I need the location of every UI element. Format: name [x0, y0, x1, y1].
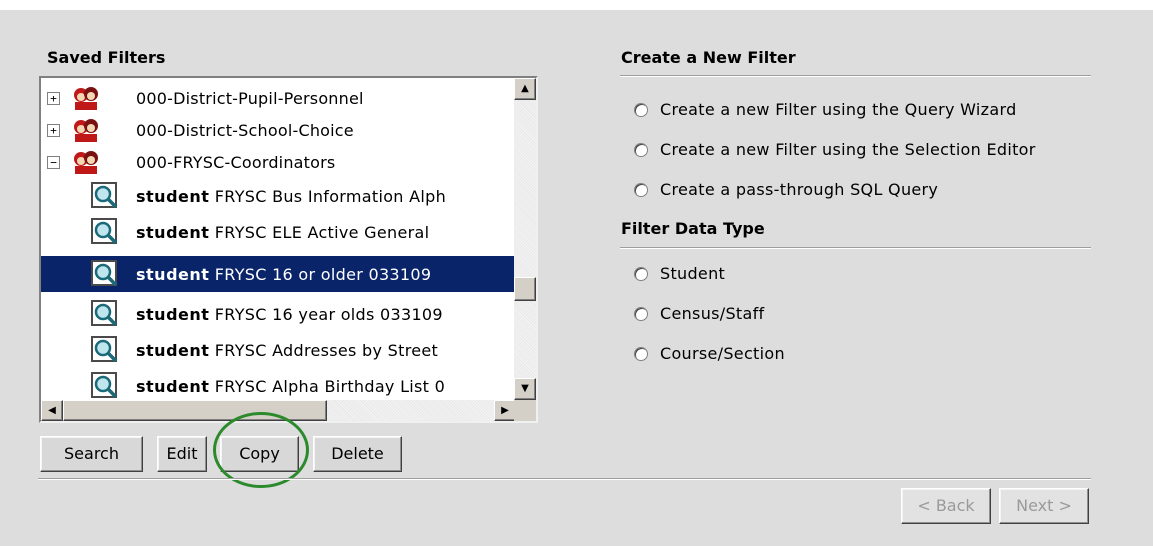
- radio-course-section[interactable]: Course/Section: [634, 344, 785, 363]
- radio-button[interactable]: [634, 182, 648, 197]
- radio-label: Create a pass-through SQL Query: [660, 180, 939, 199]
- radio-student[interactable]: Student: [634, 264, 725, 283]
- radio-label: Student: [660, 264, 726, 283]
- tree-group-label: 000-FRYSC-Coordinators: [136, 152, 336, 172]
- expand-icon[interactable]: +: [47, 91, 60, 105]
- radio-label: Census/Staff: [660, 304, 765, 323]
- data-type-divider: [620, 247, 1091, 249]
- back-button[interactable]: < Back: [901, 488, 991, 524]
- scroll-right-arrow-icon[interactable]: ▶: [494, 400, 516, 421]
- radio-button[interactable]: [634, 306, 648, 321]
- collapse-icon[interactable]: −: [47, 155, 60, 169]
- radio-sql-query[interactable]: Create a pass-through SQL Query: [634, 180, 938, 199]
- group-folder-icon: [74, 87, 98, 110]
- saved-filters-title: Saved Filters: [47, 48, 166, 67]
- magnifier-query-icon: [91, 336, 118, 363]
- tree-group-district-pupil-personnel[interactable]: + 000-District-Pupil-Personnel: [41, 80, 516, 116]
- scrollbar-corner: [514, 400, 536, 421]
- tree-item-label: student FRYSC 16 or older 033109: [136, 264, 432, 284]
- horizontal-scroll-thumb[interactable]: [63, 400, 327, 421]
- vertical-scroll-thumb[interactable]: [514, 277, 536, 301]
- tree-group-district-school-choice[interactable]: + 000-District-School-Choice: [41, 112, 516, 148]
- next-button[interactable]: Next >: [999, 488, 1089, 524]
- saved-filters-tree[interactable]: + 000-District-Pupil-Personnel + 000-Dis…: [39, 76, 538, 423]
- radio-button[interactable]: [634, 102, 648, 117]
- tree-item-query[interactable]: student FRYSC Addresses by Street: [41, 332, 516, 368]
- copy-button[interactable]: Copy: [220, 436, 299, 472]
- radio-query-wizard[interactable]: Create a new Filter using the Query Wiza…: [634, 100, 1017, 119]
- magnifier-query-icon: [91, 300, 118, 327]
- group-folder-icon: [74, 119, 98, 142]
- radio-button[interactable]: [634, 266, 648, 281]
- magnifier-query-icon: [91, 260, 118, 287]
- tree-item-query[interactable]: student FRYSC 16 year olds 033109: [41, 296, 516, 332]
- create-filter-divider: [620, 75, 1091, 77]
- group-folder-icon: [74, 151, 98, 174]
- tree-group-frysc-coordinators[interactable]: − 000-FRYSC-Coordinators: [41, 144, 516, 180]
- tree-item-query[interactable]: student FRYSC ELE Active General: [41, 214, 516, 250]
- tree-item-label: student FRYSC Alpha Birthday List 0: [136, 376, 446, 396]
- vertical-scrollbar[interactable]: ▲ ▼: [514, 78, 536, 400]
- tree-item-label: student FRYSC ELE Active General: [136, 222, 430, 242]
- tree-item-label: student FRYSC Addresses by Street: [136, 340, 439, 360]
- tree-item-label: student FRYSC Bus Information Alph: [136, 186, 447, 206]
- scroll-down-arrow-icon[interactable]: ▼: [514, 378, 536, 400]
- search-button[interactable]: Search: [40, 436, 143, 472]
- tree-item-query-selected[interactable]: student FRYSC 16 or older 033109: [41, 256, 516, 292]
- radio-selection-editor[interactable]: Create a new Filter using the Selection …: [634, 140, 1036, 159]
- create-filter-title: Create a New Filter: [621, 48, 796, 67]
- filter-data-type-title: Filter Data Type: [621, 219, 765, 238]
- tree-item-query[interactable]: student FRYSC Alpha Birthday List 0: [41, 368, 516, 400]
- horizontal-scrollbar[interactable]: ◀ ▶: [41, 400, 516, 421]
- scroll-up-arrow-icon[interactable]: ▲: [514, 78, 536, 100]
- radio-label: Create a new Filter using the Query Wiza…: [660, 100, 1017, 119]
- tree-item-label: student FRYSC 16 year olds 033109: [136, 304, 443, 324]
- radio-button[interactable]: [634, 346, 648, 361]
- radio-census-staff[interactable]: Census/Staff: [634, 304, 764, 323]
- tree-group-label: 000-District-School-Choice: [136, 120, 354, 140]
- footer-divider: [38, 478, 1091, 480]
- scroll-left-arrow-icon[interactable]: ◀: [41, 400, 63, 421]
- magnifier-query-icon: [91, 218, 118, 245]
- magnifier-query-icon: [91, 182, 118, 209]
- tree-group-label: 000-District-Pupil-Personnel: [136, 88, 364, 108]
- edit-button[interactable]: Edit: [157, 436, 207, 472]
- tree-item-query[interactable]: student FRYSC Bus Information Alph: [41, 178, 516, 214]
- delete-button[interactable]: Delete: [313, 436, 402, 472]
- expand-icon[interactable]: +: [47, 123, 60, 137]
- tree-content: + 000-District-Pupil-Personnel + 000-Dis…: [41, 78, 516, 400]
- radio-label: Create a new Filter using the Selection …: [660, 140, 1036, 159]
- radio-button[interactable]: [634, 142, 648, 157]
- magnifier-query-icon: [91, 372, 118, 399]
- radio-label: Course/Section: [660, 344, 785, 363]
